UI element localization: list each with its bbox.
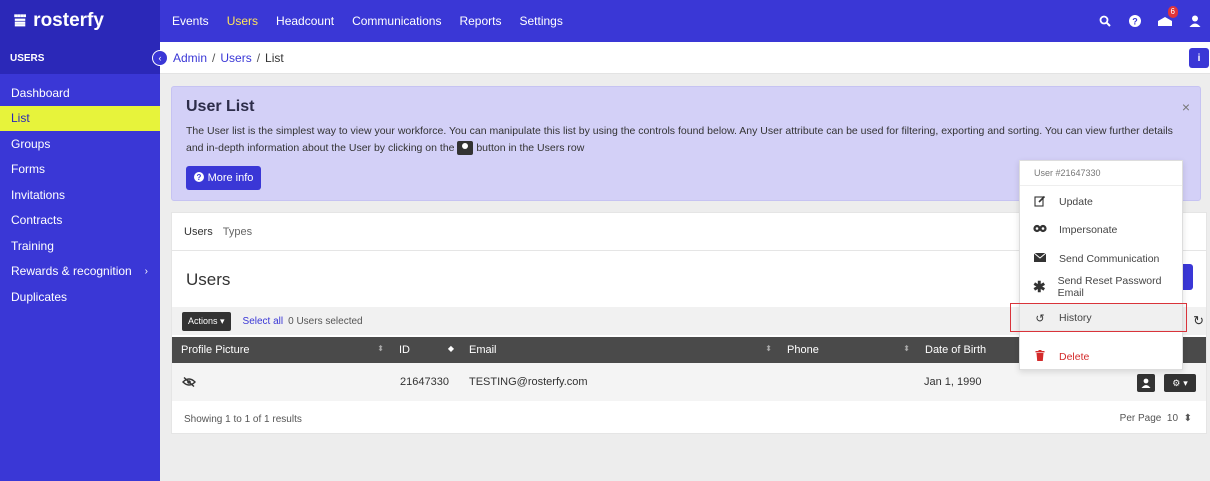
user-icon <box>1141 378 1151 388</box>
nav-headcount[interactable]: Headcount <box>276 14 334 28</box>
breadcrumb-users[interactable]: Users <box>220 51 251 65</box>
breadcrumb: Admin / Users / List <box>173 51 284 65</box>
rosterfy-logo[interactable]: ⩸ rosterfy <box>0 0 160 42</box>
column-header-profile-picture[interactable]: Profile Picture ⬍ <box>172 337 390 363</box>
breadcrumb-admin[interactable]: Admin <box>173 51 207 65</box>
sidebar: USERS Dashboard List Groups Forms Invita… <box>0 42 160 481</box>
sidebar-item-dashboard[interactable]: Dashboard <box>0 80 160 106</box>
notification-badge: 6 <box>1167 6 1178 18</box>
select-all-link[interactable]: Select all <box>243 316 284 327</box>
breadcrumb-separator: / <box>212 50 216 65</box>
view-user-button[interactable] <box>1137 374 1155 392</box>
search-icon[interactable] <box>1090 0 1120 42</box>
sidebar-title: USERS <box>0 42 160 74</box>
envelope-icon <box>1029 252 1051 265</box>
sort-icon: ◆ <box>447 344 454 353</box>
column-header-id[interactable]: ID ◆ <box>390 337 460 363</box>
notifications-icon[interactable]: 6 <box>1150 0 1180 42</box>
results-summary: Showing 1 to 1 of 1 results <box>184 413 302 425</box>
info-icon[interactable]: i <box>1189 48 1209 68</box>
tab-types[interactable]: Types <box>223 226 252 238</box>
question-circle-icon: ? <box>193 171 204 185</box>
row-actions-button[interactable]: ⚙ ▾ <box>1164 374 1196 392</box>
sidebar-item-list[interactable]: List <box>0 105 160 131</box>
collapse-sidebar-icon[interactable]: ‹ <box>152 50 168 66</box>
table-footer: Showing 1 to 1 of 1 results Per Page 10 … <box>172 403 1206 435</box>
nav-events[interactable]: Events <box>172 14 209 28</box>
edit-icon <box>1029 195 1051 210</box>
users-heading: Users <box>186 270 231 289</box>
user-dob-cell: Jan 1, 1990 <box>924 376 982 388</box>
sort-icon: ⬍ <box>903 344 910 353</box>
nav-reports[interactable]: Reports <box>459 14 501 28</box>
selected-count: 0 Users selected <box>288 315 363 327</box>
more-info-button[interactable]: ? More info <box>186 166 261 190</box>
sidebar-item-contracts[interactable]: Contracts <box>0 208 160 234</box>
top-icons: ? 6 <box>1090 0 1210 42</box>
banner-text: The User list is the simplest way to vie… <box>186 125 1173 156</box>
nav-users[interactable]: Users <box>227 14 258 28</box>
add-user-button[interactable] <box>1183 264 1193 290</box>
nav-settings[interactable]: Settings <box>519 14 562 28</box>
row-actions-menu: User #21647330 Update Impersonate Send C… <box>1019 160 1183 370</box>
history-highlight-box <box>1010 303 1187 332</box>
help-icon[interactable]: ? <box>1120 0 1150 42</box>
menu-item-update[interactable]: Update <box>1020 188 1182 216</box>
menu-header: User #21647330 <box>1020 161 1182 186</box>
menu-item-send-reset-password[interactable]: ✱ Send Reset Password Email <box>1020 273 1182 301</box>
sidebar-item-invitations[interactable]: Invitations <box>0 182 160 208</box>
sidebar-item-forms[interactable]: Forms <box>0 157 160 183</box>
sidebar-item-groups[interactable]: Groups <box>0 131 160 157</box>
top-navbar: ⩸ rosterfy Events Users Headcount Commun… <box>0 0 1210 42</box>
banner-title: User List <box>186 98 255 115</box>
chevron-down-icon: ▾ <box>1183 377 1188 388</box>
sort-icon: ⬍ <box>765 344 772 353</box>
mask-icon <box>1029 224 1051 236</box>
user-profile-icon <box>457 141 474 156</box>
sidebar-item-rewards[interactable]: Rewards & recognition › <box>0 259 160 285</box>
trash-icon <box>1029 350 1051 364</box>
user-icon[interactable] <box>1180 0 1210 42</box>
sidebar-item-label: Rewards & recognition <box>11 264 132 279</box>
svg-text:?: ? <box>196 173 201 182</box>
sort-icon: ⬍ <box>1183 413 1192 424</box>
nav-communications[interactable]: Communications <box>352 14 441 28</box>
breadcrumb-list: List <box>265 50 284 65</box>
menu-item-impersonate[interactable]: Impersonate <box>1020 216 1182 244</box>
menu-item-send-communication[interactable]: Send Communication <box>1020 245 1182 273</box>
tab-users[interactable]: Users <box>184 226 213 238</box>
breadcrumb-bar: ‹ Admin / Users / List i <box>152 42 1210 74</box>
asterisk-icon: ✱ <box>1033 279 1046 296</box>
user-id-cell: 21647330 <box>400 376 449 388</box>
column-header-email[interactable]: Email ⬍ <box>460 337 778 363</box>
per-page-select[interactable]: Per Page 10 ⬍ <box>1120 413 1192 424</box>
chevron-right-icon: › <box>144 265 148 277</box>
main-nav: Events Users Headcount Communications Re… <box>160 14 569 28</box>
sidebar-item-training[interactable]: Training <box>0 233 160 259</box>
column-header-phone[interactable]: Phone ⬍ <box>778 337 916 363</box>
eye-slash-icon <box>182 363 196 401</box>
sidebar-item-duplicates[interactable]: Duplicates <box>0 284 160 310</box>
sort-icon: ⬍ <box>377 344 384 353</box>
actions-dropdown-button[interactable]: Actions ▾ <box>182 311 231 331</box>
rosterfy-logo-icon: ⩸ <box>14 9 27 32</box>
svg-text:?: ? <box>1132 16 1138 26</box>
gear-icon: ⚙ <box>1172 377 1181 388</box>
close-banner-icon[interactable]: × <box>1182 99 1190 115</box>
breadcrumb-separator: / <box>256 50 261 65</box>
user-email-cell: TESTING@rosterfy.com <box>469 376 588 388</box>
menu-item-delete[interactable]: Delete <box>1020 343 1182 371</box>
sidebar-menu: Dashboard List Groups Forms Invitations … <box>0 74 160 310</box>
refresh-icon[interactable]: ↻ <box>1193 313 1204 329</box>
